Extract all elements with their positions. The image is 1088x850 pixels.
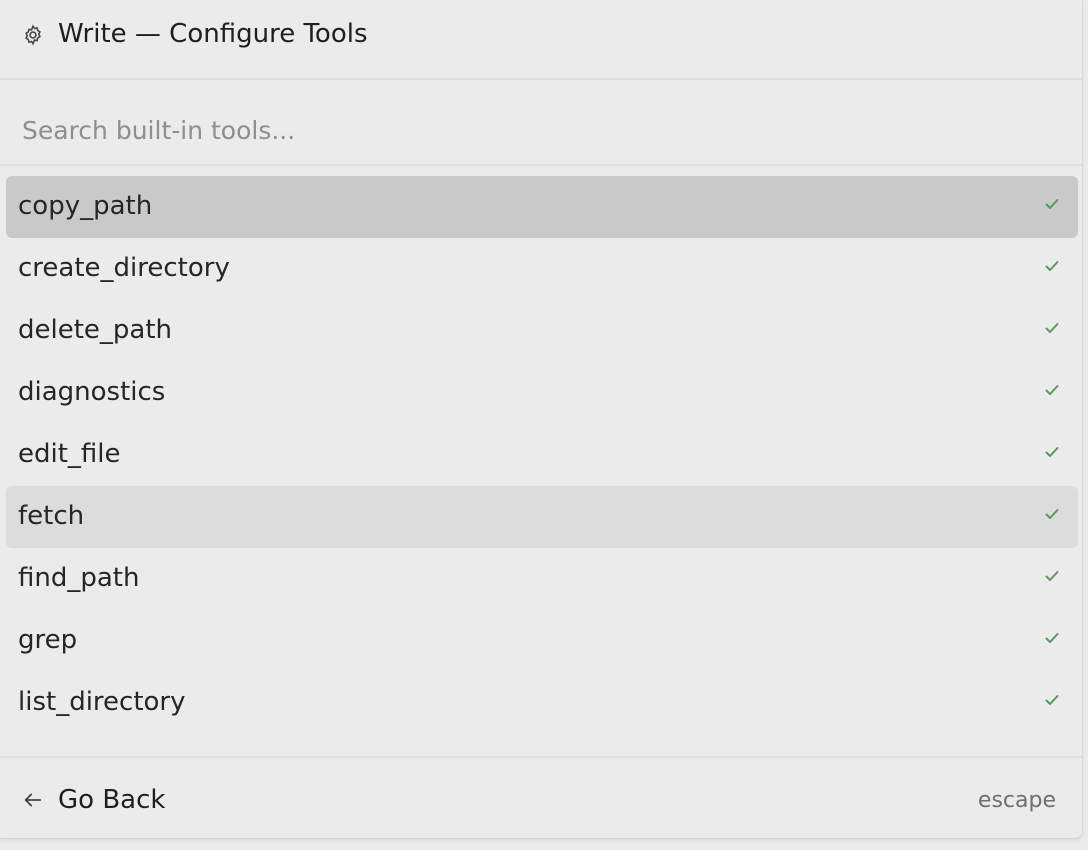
tool-item-label: edit_file — [18, 439, 121, 469]
checkmark-icon — [1044, 444, 1060, 460]
go-back-label: Go Back — [58, 785, 166, 815]
tool-item-edit-file[interactable]: edit_file — [6, 424, 1078, 486]
tool-item-label: fetch — [18, 501, 85, 531]
checkmark-icon — [1044, 196, 1060, 212]
tool-item-find-path[interactable]: find_path — [6, 548, 1078, 610]
checkmark-icon — [1044, 568, 1060, 584]
go-back-button[interactable]: Go Back — [14, 778, 173, 822]
search-bar — [0, 82, 1082, 166]
tool-list: copy_path create_directory delete_pathdiag… — [6, 176, 1078, 734]
checkmark-icon — [1044, 630, 1060, 646]
tool-item-label: grep — [18, 625, 78, 655]
tool-item-fetch[interactable]: fetch — [6, 486, 1078, 548]
tool-item-label: copy_path — [18, 191, 153, 221]
tool-item-create-directory[interactable]: create_directory — [6, 238, 1078, 300]
search-input[interactable] — [22, 110, 1022, 150]
panel-header: Write — Configure Tools — [0, 0, 1082, 80]
escape-shortcut-hint: escape — [977, 788, 1056, 813]
tool-item-label: diagnostics — [18, 377, 166, 407]
checkmark-icon — [1044, 506, 1060, 522]
tool-item-label: list_directory — [18, 687, 186, 717]
checkmark-icon — [1044, 320, 1060, 336]
checkmark-icon — [1044, 382, 1060, 398]
checkmark-icon — [1044, 692, 1060, 708]
tool-item-grep[interactable]: grep — [6, 610, 1078, 672]
arrow-left-icon — [22, 789, 44, 811]
tool-item-copy-path[interactable]: copy_path — [6, 176, 1078, 238]
tool-config-panel: Write — Configure Tools copy_path create_… — [0, 0, 1083, 839]
tool-item-label: create_directory — [18, 253, 230, 283]
tool-item-label: find_path — [18, 563, 140, 593]
gear-icon — [22, 24, 44, 46]
panel-footer: Go Back escape — [0, 756, 1082, 838]
tool-item-list-directory[interactable]: list_directory — [6, 672, 1078, 734]
tool-item-label: delete_path — [18, 315, 173, 345]
checkmark-icon — [1044, 258, 1060, 274]
tool-item-diagnostics[interactable]: diagnostics — [6, 362, 1078, 424]
tool-item-delete-path[interactable]: delete_path — [6, 300, 1078, 362]
panel-title: Write — Configure Tools — [58, 19, 368, 49]
